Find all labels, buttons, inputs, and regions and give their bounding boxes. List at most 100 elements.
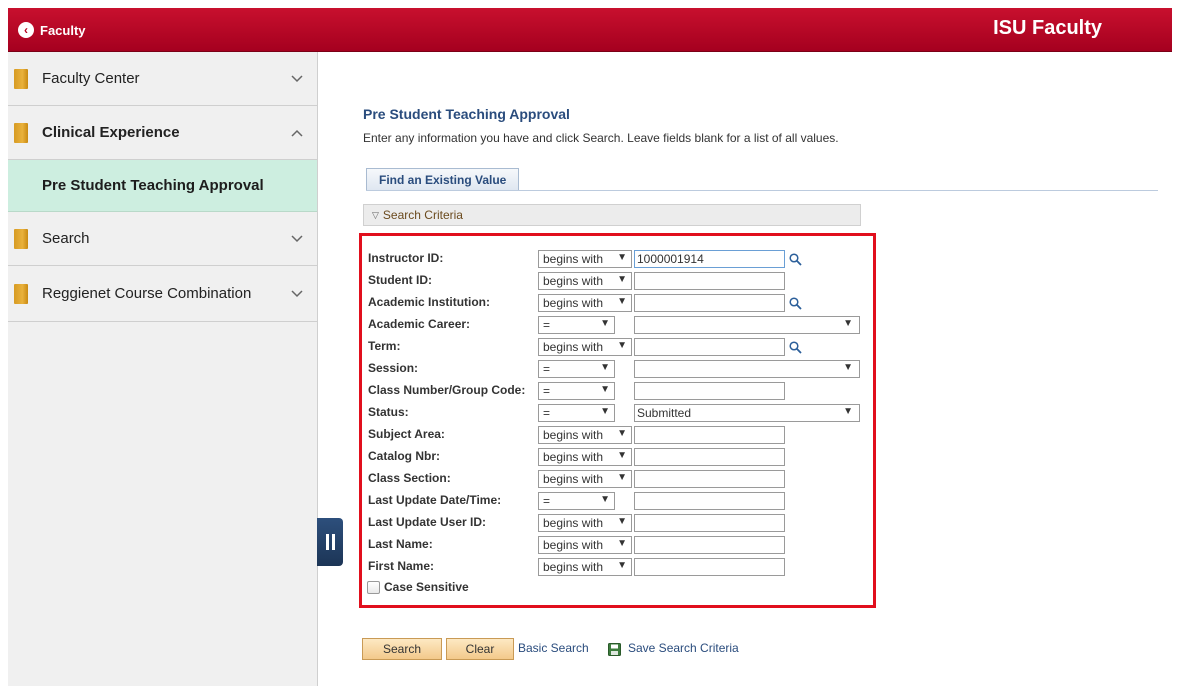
page-title: Pre Student Teaching Approval (363, 106, 570, 122)
case-sensitive-option[interactable]: Case Sensitive (367, 580, 469, 594)
chevron-left-icon: ‹ (18, 22, 34, 38)
value-input[interactable] (634, 514, 785, 532)
operator-value: begins with (543, 428, 604, 442)
dropdown-arrow-icon: ▼ (617, 274, 627, 285)
field-label: Term: (368, 339, 401, 353)
operator-select[interactable]: begins with ▼ (538, 448, 632, 466)
dropdown-arrow-icon: ▼ (843, 318, 853, 329)
nav-item-pre-student-teaching-approval[interactable]: Pre Student Teaching Approval (8, 160, 317, 212)
folder-icon (14, 122, 28, 143)
dropdown-arrow-icon: ▼ (617, 516, 627, 527)
chevron-down-icon[interactable] (289, 231, 305, 247)
value-input[interactable] (634, 426, 785, 444)
floppy-disk-icon[interactable] (608, 643, 621, 656)
pause-bar-icon (331, 534, 335, 550)
value-input[interactable] (634, 382, 785, 400)
field-label: Instructor ID: (368, 251, 444, 265)
value-input[interactable] (634, 558, 785, 576)
operator-select[interactable]: = ▼ (538, 382, 615, 400)
operator-value: = (543, 318, 551, 332)
nav-item-search[interactable]: Search (8, 212, 317, 266)
operator-value: begins with (543, 274, 604, 288)
nav-item-faculty-center[interactable]: Faculty Center (8, 52, 317, 106)
value-select[interactable]: ▼ (634, 316, 860, 334)
operator-select[interactable]: begins with ▼ (538, 250, 632, 268)
dropdown-arrow-icon: ▼ (617, 560, 627, 571)
nav-item-label: Reggienet Course Combination (42, 285, 252, 302)
operator-value: begins with (543, 252, 604, 266)
value-select[interactable]: Submitted ▼ (634, 404, 860, 422)
field-label: Class Number/Group Code: (368, 383, 526, 397)
operator-select[interactable]: = ▼ (538, 404, 615, 422)
dropdown-arrow-icon: ▼ (600, 494, 610, 505)
value-input[interactable] (634, 470, 785, 488)
operator-select[interactable]: begins with ▼ (538, 536, 632, 554)
chevron-up-icon[interactable] (289, 125, 305, 141)
operator-select[interactable]: = ▼ (538, 316, 615, 334)
search-criteria-label: Search Criteria (382, 208, 463, 222)
folder-icon (14, 68, 28, 89)
field-label: Last Update Date/Time: (368, 493, 502, 507)
basic-search-link[interactable]: Basic Search (518, 641, 589, 655)
brand-title: ISU Faculty (993, 17, 1102, 39)
operator-select[interactable]: begins with ▼ (538, 514, 632, 532)
operator-select[interactable]: begins with ▼ (538, 426, 632, 444)
operator-select[interactable]: begins with ▼ (538, 294, 632, 312)
magnifier-icon[interactable] (789, 341, 803, 355)
value-input[interactable] (634, 448, 785, 466)
value-input[interactable] (634, 338, 785, 356)
field-label: Academic Career: (368, 317, 471, 331)
back-to-faculty-button[interactable]: ‹ Faculty (18, 21, 86, 39)
collapse-sidebar-handle[interactable] (317, 518, 343, 566)
operator-value: begins with (543, 472, 604, 486)
operator-value: begins with (543, 560, 604, 574)
folder-icon (14, 283, 28, 304)
magnifier-icon[interactable] (789, 297, 803, 311)
search-button[interactable]: Search (362, 638, 442, 660)
dropdown-arrow-icon: ▼ (600, 318, 610, 329)
field-label: Student ID: (368, 273, 432, 287)
dropdown-arrow-icon: ▼ (617, 296, 627, 307)
field-label: First Name: (368, 559, 435, 573)
dropdown-arrow-icon: ▼ (600, 406, 610, 417)
field-label: Status: (368, 405, 409, 419)
chevron-down-icon[interactable] (289, 71, 305, 87)
nav-item-reggienet-course-combination[interactable]: Reggienet Course Combination (8, 266, 317, 322)
value-input[interactable] (634, 536, 785, 554)
operator-select[interactable]: begins with ▼ (538, 558, 632, 576)
left-nav: Faculty Center Clinical Experience Pre S… (8, 52, 318, 686)
value-input[interactable] (634, 294, 785, 312)
search-instructions: Enter any information you have and click… (363, 131, 839, 145)
top-bar: ‹ Faculty ISU Faculty (8, 8, 1172, 52)
nav-item-label: Pre Student Teaching Approval (42, 177, 264, 194)
dropdown-arrow-icon: ▼ (617, 472, 627, 483)
dropdown-arrow-icon: ▼ (843, 362, 853, 373)
nav-item-label: Clinical Experience (42, 124, 180, 141)
value-select[interactable]: ▼ (634, 360, 860, 378)
nav-item-label: Search (42, 230, 90, 247)
field-label: Last Update User ID: (368, 515, 487, 529)
field-label: Last Name: (368, 537, 433, 551)
nav-item-clinical-experience[interactable]: Clinical Experience (8, 106, 317, 160)
search-criteria-toggle[interactable]: ▽ Search Criteria (363, 204, 861, 226)
tab-divider (366, 190, 1158, 191)
operator-select[interactable]: = ▼ (538, 492, 615, 510)
dropdown-arrow-icon: ▼ (600, 384, 610, 395)
operator-select[interactable]: begins with ▼ (538, 272, 632, 290)
nav-item-label: Faculty Center (42, 70, 140, 87)
value-input[interactable] (634, 492, 785, 510)
case-sensitive-checkbox[interactable] (367, 580, 380, 594)
magnifier-icon[interactable] (789, 253, 803, 267)
save-search-criteria-link[interactable]: Save Search Criteria (628, 641, 739, 655)
operator-select[interactable]: begins with ▼ (538, 338, 632, 356)
dropdown-arrow-icon: ▼ (617, 450, 627, 461)
chevron-down-icon[interactable] (289, 286, 305, 302)
value-input[interactable] (634, 272, 785, 290)
field-label: Class Section: (368, 471, 451, 485)
operator-value: = (543, 406, 551, 420)
operator-select[interactable]: = ▼ (538, 360, 615, 378)
operator-select[interactable]: begins with ▼ (538, 470, 632, 488)
clear-button[interactable]: Clear (446, 638, 514, 660)
tab-find-existing-value[interactable]: Find an Existing Value (366, 168, 520, 190)
value-input[interactable]: 1000001914 (634, 250, 785, 268)
